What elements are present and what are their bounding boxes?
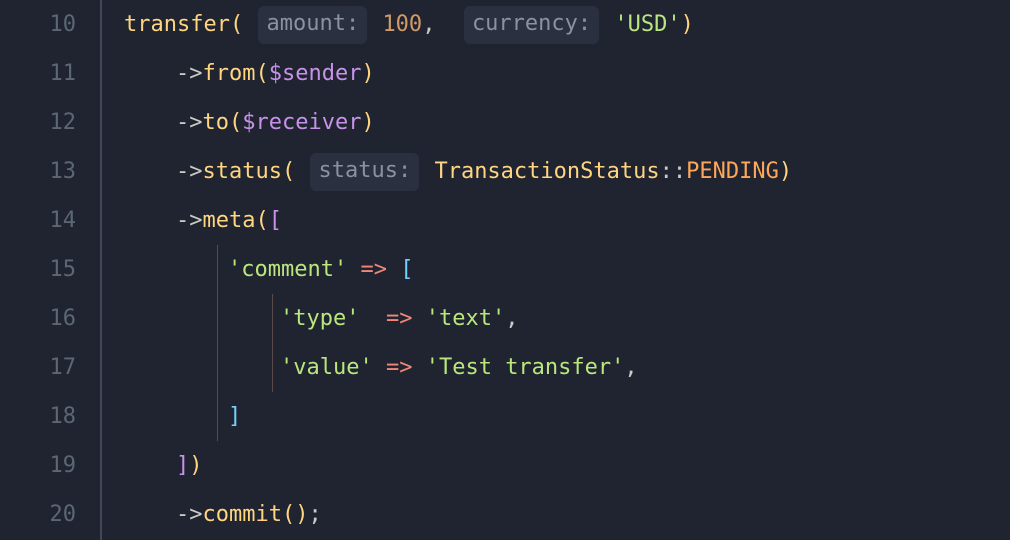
indent-guide [217,245,218,294]
array-key: 'type' [280,306,359,331]
number-literal: 100 [382,12,422,37]
semicolon: ; [308,502,321,527]
method-name: commit [203,502,282,527]
code-line[interactable]: ]) [124,441,1010,490]
paren-close: ) [681,12,694,37]
paren-open: ( [282,502,295,527]
paren-close: ) [779,159,792,184]
inlay-hint: status: [310,153,419,191]
inlay-hint: currency: [464,6,599,44]
arrow-operator: -> [176,61,203,86]
indent-guide [217,294,218,343]
method-name: status [203,159,282,184]
bracket-open: [ [400,257,413,282]
line-number: 13 [0,147,76,196]
line-number: 15 [0,245,76,294]
indent-guide [217,392,218,441]
line-number: 11 [0,49,76,98]
code-area[interactable]: transfer( amount: 100, currency: 'USD') … [100,0,1010,540]
method-name: from [203,61,256,86]
paren-open: ( [255,61,268,86]
bracket-open: [ [269,208,282,233]
paren-open: ( [230,12,243,37]
paren-open: ( [255,208,268,233]
code-line[interactable]: ->status( status: TransactionStatus::PEN… [124,147,1010,196]
code-line[interactable]: 'comment' => [ [124,245,1010,294]
line-number: 14 [0,196,76,245]
code-line[interactable]: ->meta([ [124,196,1010,245]
code-line[interactable]: ->from($sender) [124,49,1010,98]
array-arrow: => [360,257,387,282]
paren-close: ) [189,453,202,478]
comma: , [422,12,435,37]
function-name: transfer [124,12,230,37]
scope-operator: :: [660,159,687,184]
arrow-operator: -> [176,502,203,527]
paren-close: ) [361,61,374,86]
code-line[interactable]: 'value' => 'Test transfer', [124,343,1010,392]
paren-close: ) [295,502,308,527]
paren-close: ) [361,110,374,135]
variable: $receiver [242,110,361,135]
array-key: 'comment' [228,257,347,282]
string-literal: 'USD' [614,12,680,37]
array-arrow: => [386,306,413,331]
string-literal: 'Test transfer' [426,355,625,380]
indent-guide [217,343,218,392]
comma: , [624,355,637,380]
code-line[interactable]: ->commit(); [124,490,1010,539]
line-number: 19 [0,441,76,490]
code-line[interactable]: ] [124,392,1010,441]
indent-guide [272,343,273,392]
array-key: 'value' [280,355,373,380]
line-number: 20 [0,490,76,539]
code-line[interactable]: transfer( amount: 100, currency: 'USD') [124,0,1010,49]
line-number-gutter: 10 11 12 13 14 15 16 17 18 19 20 [0,0,100,540]
code-line[interactable]: 'type' => 'text', [124,294,1010,343]
variable: $sender [269,61,362,86]
line-number: 16 [0,294,76,343]
arrow-operator: -> [176,110,203,135]
comma: , [505,306,518,331]
paren-open: ( [282,159,295,184]
indent-guide [272,294,273,343]
line-number: 12 [0,98,76,147]
enum-member: PENDING [686,159,779,184]
array-arrow: => [386,355,413,380]
line-number: 10 [0,0,76,49]
inlay-hint: amount: [258,6,367,44]
method-name: to [203,110,230,135]
bracket-close: ] [228,404,241,429]
arrow-operator: -> [176,208,203,233]
line-number: 17 [0,343,76,392]
arrow-operator: -> [176,159,203,184]
gutter-divider [100,0,102,540]
line-number: 18 [0,392,76,441]
paren-open: ( [229,110,242,135]
code-editor[interactable]: 10 11 12 13 14 15 16 17 18 19 20 transfe… [0,0,1010,540]
code-line[interactable]: ->to($receiver) [124,98,1010,147]
string-literal: 'text' [426,306,505,331]
bracket-close: ] [176,453,189,478]
class-name: TransactionStatus [434,159,659,184]
method-name: meta [203,208,256,233]
